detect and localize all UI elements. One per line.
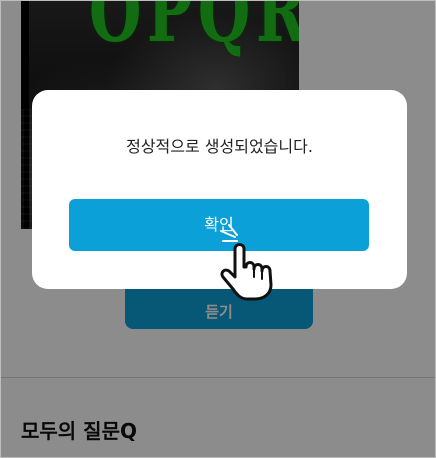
dialog-message: 정상적으로 생성되었습니다.: [126, 137, 313, 156]
pointing-hand-icon: [220, 224, 273, 301]
app-screen: OPQR 듣기 모두의 질문Q 정상적으로 생성되었습니다. 확인: [0, 0, 436, 458]
